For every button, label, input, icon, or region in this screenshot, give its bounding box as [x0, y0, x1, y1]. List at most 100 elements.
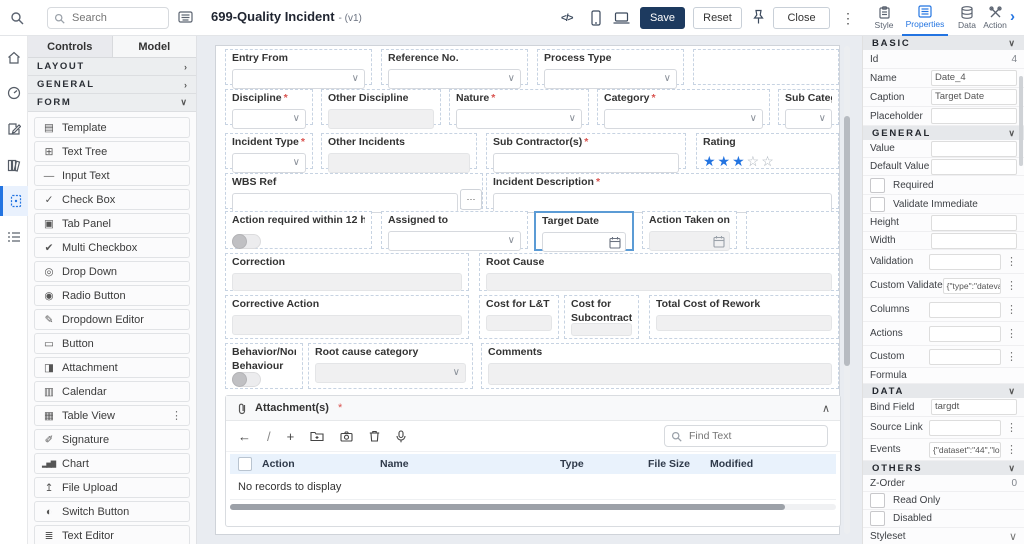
- more-menu-icon[interactable]: ⋮: [841, 10, 855, 27]
- target-date-input[interactable]: [542, 231, 626, 252]
- section-others[interactable]: OTHERS ∨: [863, 461, 1024, 475]
- kebab-icon[interactable]: ⋮: [1006, 327, 1017, 340]
- library-icon[interactable]: [0, 150, 28, 180]
- custom-validate-input[interactable]: {"type":"datevalid": [942, 277, 1001, 294]
- behavior-toggle[interactable]: [232, 372, 261, 387]
- desktop-preview-icon[interactable]: [613, 12, 630, 24]
- custom-input[interactable]: [929, 348, 1001, 365]
- find-text-input[interactable]: [664, 425, 828, 447]
- folder-add-icon[interactable]: [310, 430, 324, 442]
- close-button[interactable]: Close: [773, 7, 830, 29]
- validation-input[interactable]: [929, 253, 1001, 270]
- mic-icon[interactable]: [396, 429, 406, 443]
- control-item-template[interactable]: ▤ Template: [34, 117, 190, 138]
- wbs-more-button[interactable]: ⋯: [460, 189, 482, 210]
- camera-icon[interactable]: [340, 430, 353, 442]
- control-item-tab-panel[interactable]: ▣ Tab Panel: [34, 213, 190, 234]
- kebab-icon[interactable]: ⋮: [1006, 421, 1017, 434]
- mobile-preview-icon[interactable]: [591, 10, 601, 26]
- control-item-multi-checkbox[interactable]: ✔ Multi Checkbox: [34, 237, 190, 258]
- vscroll-thumb[interactable]: [844, 116, 850, 366]
- expand-panel-icon[interactable]: ›: [1010, 8, 1015, 25]
- attachments-hscrollbar[interactable]: [230, 504, 836, 510]
- back-icon[interactable]: ←: [238, 430, 251, 443]
- kebab-icon[interactable]: ⋮: [1006, 303, 1017, 316]
- tab-model[interactable]: Model: [112, 36, 196, 57]
- form-builder-icon[interactable]: [0, 186, 28, 216]
- collapse-icon[interactable]: ∧: [822, 402, 830, 415]
- properties-scrollbar[interactable]: [1019, 76, 1023, 166]
- field-target-date-selected[interactable]: Target Date: [534, 211, 634, 252]
- process-type-dropdown[interactable]: ∨: [544, 68, 677, 89]
- control-item-dropdown-editor[interactable]: ✎ Dropdown Editor: [34, 309, 190, 330]
- delete-icon[interactable]: [369, 430, 380, 442]
- control-item-text-editor[interactable]: ≣ Text Editor: [34, 525, 190, 544]
- control-item-file-upload[interactable]: ↥ File Upload: [34, 477, 190, 498]
- section-form[interactable]: FORM ∨: [28, 94, 196, 112]
- kebab-icon[interactable]: ⋮: [1006, 279, 1017, 292]
- control-item-text-tree[interactable]: ⊞ Text Tree: [34, 141, 190, 162]
- sub-category-dropdown[interactable]: ∨: [785, 108, 832, 129]
- section-general-props[interactable]: GENERAL ∨: [863, 126, 1024, 140]
- events-input[interactable]: {"dataset":"44","lo: [929, 441, 1001, 458]
- dashboard-icon[interactable]: [0, 78, 28, 108]
- control-item-signature[interactable]: ✐ Signature: [34, 429, 190, 450]
- read-only-checkbox[interactable]: [870, 493, 885, 508]
- control-item-check-box[interactable]: ✓ Check Box: [34, 189, 190, 210]
- sub-contractors-input[interactable]: [493, 152, 679, 173]
- hscroll-thumb[interactable]: [230, 504, 785, 510]
- reset-button[interactable]: Reset: [693, 7, 742, 29]
- edit-document-icon[interactable]: [0, 114, 28, 144]
- z-order-value[interactable]: 0: [939, 478, 1017, 489]
- add-icon[interactable]: +: [287, 430, 295, 443]
- save-button[interactable]: Save: [640, 7, 685, 29]
- placeholder-input[interactable]: [931, 108, 1017, 124]
- default-value-input[interactable]: [931, 158, 1017, 175]
- control-item-chart[interactable]: ▂▅▇ Chart: [34, 453, 190, 474]
- keyboard-icon[interactable]: [178, 11, 193, 23]
- bind-field-input[interactable]: targdt: [931, 399, 1017, 415]
- validate-immediate-checkbox[interactable]: [870, 196, 885, 212]
- entry-from-dropdown[interactable]: ∨: [232, 68, 365, 89]
- source-link-input[interactable]: [929, 419, 1001, 436]
- width-input[interactable]: [931, 232, 1017, 249]
- attachments-header[interactable]: Attachment(s) * ∧: [226, 396, 840, 421]
- control-item-table-view[interactable]: ▦ Table View ⋮: [34, 405, 190, 426]
- section-general[interactable]: GENERAL ›: [28, 76, 196, 94]
- columns-input[interactable]: [929, 301, 1001, 318]
- select-all-checkbox[interactable]: [238, 457, 252, 471]
- tab-controls[interactable]: Controls: [28, 36, 113, 57]
- kebab-icon[interactable]: ⋮: [171, 409, 182, 422]
- kebab-icon[interactable]: ⋮: [1006, 443, 1017, 456]
- rating-stars[interactable]: ★★★☆☆: [703, 153, 832, 170]
- control-item-input-text[interactable]: — Input Text: [34, 165, 190, 186]
- search-input[interactable]: [47, 7, 169, 29]
- chevron-down-icon[interactable]: ∨: [1009, 530, 1017, 543]
- section-basic[interactable]: BASIC ∨: [863, 36, 1024, 50]
- home-icon[interactable]: [0, 42, 28, 72]
- code-view-icon[interactable]: </>: [561, 13, 574, 24]
- control-item-radio-button[interactable]: ◉ Radio Button: [34, 285, 190, 306]
- required-checkbox[interactable]: [870, 177, 885, 193]
- actions-input[interactable]: [929, 325, 1001, 342]
- tab-properties[interactable]: Properties: [902, 0, 948, 36]
- search-icon[interactable]: [10, 11, 24, 25]
- nature-dropdown[interactable]: ∨: [456, 108, 582, 129]
- section-data-props[interactable]: DATA ∨: [863, 384, 1024, 398]
- kebab-icon[interactable]: ⋮: [1006, 350, 1017, 363]
- control-item-calendar[interactable]: ▥ Calendar: [34, 381, 190, 402]
- control-item-drop-down[interactable]: ◎ Drop Down: [34, 261, 190, 282]
- control-item-button[interactable]: ▭ Button: [34, 333, 190, 354]
- name-input[interactable]: Date_4: [931, 70, 1017, 86]
- control-item-switch-button[interactable]: ◐ Switch Button: [34, 501, 190, 522]
- tab-style[interactable]: Style: [864, 0, 904, 36]
- section-layout[interactable]: LAYOUT ›: [28, 58, 196, 76]
- pin-icon[interactable]: [752, 9, 765, 25]
- tab-action[interactable]: Action: [978, 0, 1012, 36]
- checklist-icon[interactable]: [0, 222, 28, 252]
- value-input[interactable]: [931, 140, 1017, 157]
- action-required-toggle[interactable]: [232, 233, 261, 249]
- kebab-icon[interactable]: ⋮: [1006, 255, 1017, 268]
- wbs-ref-input[interactable]: [232, 192, 458, 213]
- category-dropdown[interactable]: ∨: [604, 108, 763, 129]
